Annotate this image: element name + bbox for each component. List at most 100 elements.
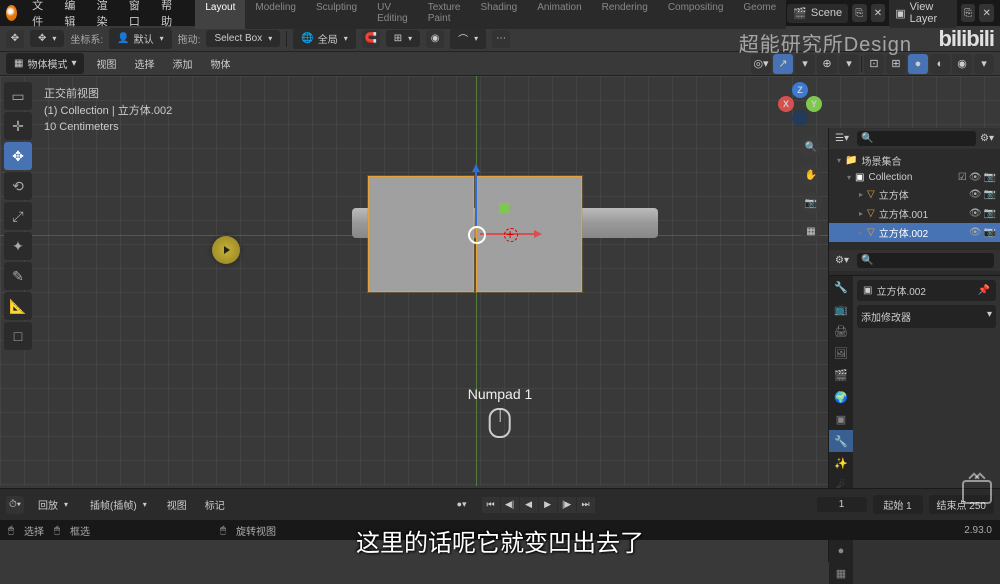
playback-dropdown[interactable]: 回放: [30, 494, 76, 515]
tab-sculpting[interactable]: Sculpting: [306, 0, 367, 29]
scene-selector[interactable]: 🎬Scene: [787, 4, 848, 23]
zoom-icon[interactable]: 🔍: [800, 136, 822, 158]
filter-icon[interactable]: ⚙▾: [980, 133, 994, 144]
move-tool[interactable]: ✥: [4, 142, 32, 170]
snap-toggle[interactable]: 🧲: [362, 30, 380, 48]
render-icon[interactable]: 📷: [984, 172, 996, 183]
new-scene-button[interactable]: ⎘: [852, 4, 867, 22]
timeline-marker[interactable]: 标记: [199, 494, 231, 515]
ptab-modifier[interactable]: 🔧: [829, 430, 853, 452]
ptab-object[interactable]: ▣: [829, 408, 853, 430]
timeline-view[interactable]: 视图: [161, 494, 193, 515]
nav-neg-z[interactable]: [792, 110, 808, 126]
scene-collection-row[interactable]: ▾📁场景集合: [829, 151, 1000, 170]
render-icon[interactable]: 📷: [984, 208, 996, 219]
scale-tool[interactable]: ⤢: [4, 202, 32, 230]
jump-end-button[interactable]: ⏭: [577, 497, 595, 513]
tab-animation[interactable]: Animation: [527, 0, 591, 29]
mode-dropdown[interactable]: ▦物体模式▾: [6, 53, 84, 74]
tab-uv[interactable]: UV Editing: [367, 0, 418, 29]
object-menu[interactable]: 物体: [204, 53, 236, 74]
menu-file[interactable]: 文件: [24, 0, 55, 33]
autokey-icon[interactable]: ●▾: [453, 497, 471, 513]
transform-space[interactable]: ✥: [30, 30, 64, 47]
ptab-render[interactable]: 📺: [829, 298, 853, 320]
select-menu[interactable]: 选择: [128, 53, 160, 74]
prop-edit-dropdown[interactable]: ⌒: [450, 28, 486, 49]
keying-dropdown[interactable]: 插帧(插帧): [82, 494, 155, 515]
add-menu[interactable]: 添加: [166, 53, 198, 74]
gizmo-center[interactable]: [468, 226, 486, 244]
drag-dropdown[interactable]: Select Box: [206, 30, 280, 47]
next-key-button[interactable]: |▶: [558, 497, 576, 513]
add-cube-tool[interactable]: □: [4, 322, 32, 350]
ptab-output[interactable]: 🖨: [829, 320, 853, 342]
add-modifier-dropdown[interactable]: 添加修改器▾: [857, 305, 996, 328]
jump-start-button[interactable]: ⏮: [482, 497, 500, 513]
eye-icon[interactable]: 👁: [969, 172, 982, 183]
tab-modeling[interactable]: Modeling: [245, 0, 306, 29]
cursor-tool[interactable]: ✛: [4, 112, 32, 140]
pan-icon[interactable]: ✋: [800, 164, 822, 186]
tab-rendering[interactable]: Rendering: [592, 0, 658, 29]
current-frame-field[interactable]: 1: [817, 497, 867, 512]
camera-icon[interactable]: 📷: [800, 192, 822, 214]
prev-key-button[interactable]: ◀|: [501, 497, 519, 513]
rendered-shading[interactable]: ◉: [952, 54, 972, 74]
matprev-shading[interactable]: ◐: [930, 54, 950, 74]
tab-shading[interactable]: Shading: [470, 0, 527, 29]
measure-tool[interactable]: 📐: [4, 292, 32, 320]
nav-z-axis[interactable]: Z: [792, 82, 808, 98]
props-type-icon[interactable]: ⚙▾: [835, 255, 849, 266]
persp-ortho-icon[interactable]: ▦: [800, 220, 822, 242]
nav-gizmo[interactable]: Z Y X: [778, 82, 822, 126]
editor-type-icon[interactable]: ✥: [6, 30, 24, 48]
eye-icon[interactable]: 👁: [969, 227, 982, 238]
nav-y-axis[interactable]: Y: [806, 96, 822, 112]
play-button[interactable]: ▶: [539, 497, 557, 513]
timeline-type-icon[interactable]: ⏱▾: [6, 496, 24, 514]
gizmo-y-dot[interactable]: [499, 203, 509, 213]
ptab-tool[interactable]: 🔧: [829, 276, 853, 298]
object-row-0[interactable]: ▸▽立方体👁📷: [829, 185, 1000, 204]
object-row-2[interactable]: ▸▽立方体.002👁📷: [829, 223, 1000, 242]
object-name-field[interactable]: ▣立方体.002📌: [857, 280, 996, 301]
delete-scene-button[interactable]: ✕: [871, 4, 886, 22]
view-menu[interactable]: 视图: [90, 53, 122, 74]
options-icon[interactable]: ⋯: [492, 30, 510, 48]
orientation-dropdown[interactable]: 🌐全局: [293, 28, 355, 49]
ptab-scene[interactable]: 🎬: [829, 364, 853, 386]
menu-edit[interactable]: 编辑: [56, 0, 87, 33]
coord-dropdown[interactable]: 👤默认: [109, 28, 171, 49]
collection-row[interactable]: ▾▣Collection☑👁📷: [829, 170, 1000, 185]
delete-layer-button[interactable]: ✕: [979, 4, 994, 22]
ptab-particles[interactable]: ✨: [829, 452, 853, 474]
eye-icon[interactable]: 👁: [969, 208, 982, 219]
eye-icon[interactable]: 👁: [969, 189, 982, 200]
tab-texpaint[interactable]: Texture Paint: [418, 0, 471, 29]
snap-dropdown[interactable]: ⊞: [386, 30, 420, 47]
transform-tool[interactable]: ✦: [4, 232, 32, 260]
props-search-input[interactable]: 🔍: [857, 253, 994, 268]
new-layer-button[interactable]: ⎘: [961, 4, 976, 22]
ptab-texture[interactable]: ▦: [829, 562, 853, 584]
nav-x-axis[interactable]: X: [778, 96, 794, 112]
gizmo-z-arrow[interactable]: [475, 166, 477, 226]
ptab-world[interactable]: 🌍: [829, 386, 853, 408]
shading-dropdown[interactable]: ▾: [974, 54, 994, 74]
viewlayer-selector[interactable]: ▣View Layer: [889, 0, 957, 28]
pin-icon[interactable]: 📌: [978, 285, 990, 296]
prop-edit-toggle[interactable]: ◉: [426, 30, 444, 48]
rotate-tool[interactable]: ⟲: [4, 172, 32, 200]
render-icon[interactable]: 📷: [984, 189, 996, 200]
outliner-search-input[interactable]: 🔍: [857, 131, 976, 146]
ptab-viewlayer[interactable]: 🖼: [829, 342, 853, 364]
tab-layout[interactable]: Layout: [195, 0, 245, 29]
checkbox-icon[interactable]: ☑: [958, 172, 967, 183]
tab-compositing[interactable]: Compositing: [658, 0, 734, 29]
play-rev-button[interactable]: ◀: [520, 497, 538, 513]
outliner-type-icon[interactable]: ☰▾: [835, 133, 849, 144]
object-row-1[interactable]: ▸▽立方体.001👁📷: [829, 204, 1000, 223]
annotate-tool[interactable]: ✎: [4, 262, 32, 290]
tab-geo[interactable]: Geome: [733, 0, 786, 29]
